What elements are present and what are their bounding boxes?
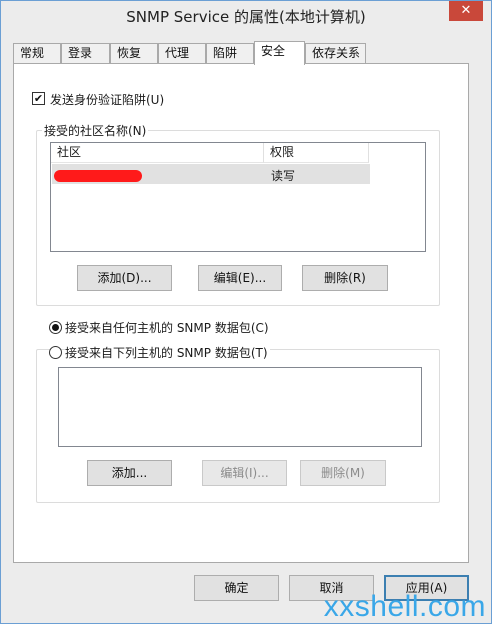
table-row[interactable]: 读写 (52, 164, 370, 184)
tab-security[interactable]: 安全 (254, 41, 305, 65)
redacted-community-name (54, 170, 142, 182)
community-rights-cell: 读写 (271, 169, 296, 183)
tab-bar: 常规 登录 恢复 代理 陷阱 安全 依存关系 (13, 41, 473, 65)
accept-any-host-radio[interactable] (49, 321, 62, 334)
accept-any-host-label: 接受来自任何主机的 SNMP 数据包(C) (65, 321, 269, 335)
tab-general[interactable]: 常规 (13, 43, 61, 64)
tab-traps[interactable]: 陷阱 (206, 43, 254, 64)
tab-logon[interactable]: 登录 (61, 43, 110, 64)
close-button[interactable]: ✕ (449, 1, 483, 21)
check-icon: ✔ (33, 92, 44, 105)
edit-host-button: 编辑(I)... (202, 460, 287, 486)
close-icon: ✕ (460, 3, 472, 18)
accepted-communities-title: 接受的社区名称(N) (42, 122, 149, 139)
send-auth-trap-checkbox[interactable]: ✔ (32, 92, 45, 105)
tab-dependencies[interactable]: 依存关系 (305, 43, 366, 64)
column-header-community[interactable]: 社区 (51, 143, 264, 163)
edit-community-button[interactable]: 编辑(E)... (198, 265, 282, 291)
tab-recovery[interactable]: 恢复 (110, 43, 158, 64)
community-list[interactable]: 社区 权限 读写 (50, 142, 426, 252)
ok-button[interactable]: 确定 (194, 575, 279, 601)
accept-listed-hosts-radio[interactable] (49, 346, 62, 359)
window-title: SNMP Service 的属性(本地计算机) (126, 8, 366, 26)
properties-dialog: SNMP Service 的属性(本地计算机) ✕ 常规 登录 恢复 代理 陷阱… (0, 0, 492, 624)
watermark-text: xxshell.com (323, 590, 486, 623)
remove-community-button[interactable]: 删除(R) (302, 265, 388, 291)
host-list[interactable] (58, 367, 422, 447)
add-host-button[interactable]: 添加... (87, 460, 172, 486)
accept-listed-hosts-label: 接受来自下列主机的 SNMP 数据包(T) (65, 344, 270, 361)
title-bar[interactable]: SNMP Service 的属性(本地计算机) ✕ (1, 1, 491, 31)
column-header-rights[interactable]: 权限 (264, 143, 369, 163)
security-tab-panel: ✔ 发送身份验证陷阱(U) 接受的社区名称(N) 社区 权限 读写 添加(D).… (13, 63, 469, 563)
add-community-button[interactable]: 添加(D)... (77, 265, 172, 291)
send-auth-trap-label: 发送身份验证陷阱(U) (50, 93, 165, 107)
tab-agent[interactable]: 代理 (158, 43, 206, 64)
remove-host-button: 删除(M) (300, 460, 386, 486)
